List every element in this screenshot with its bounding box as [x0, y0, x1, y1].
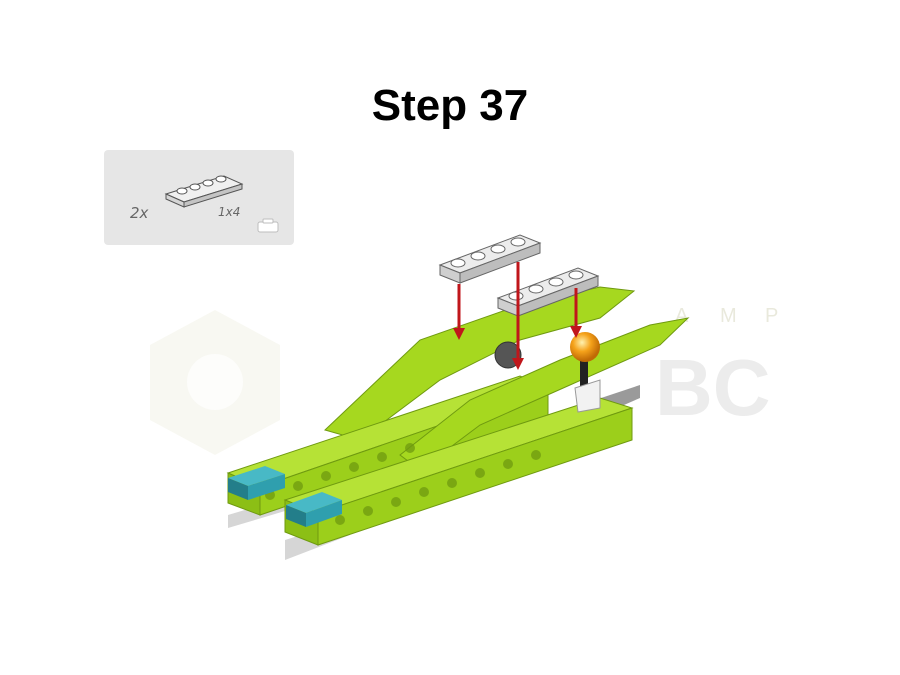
- orange-ball-joint: [570, 332, 600, 362]
- model-assembly-illustration: [226, 234, 690, 560]
- white-connector: [574, 379, 601, 413]
- gray-1x4-plate-new: [438, 234, 542, 284]
